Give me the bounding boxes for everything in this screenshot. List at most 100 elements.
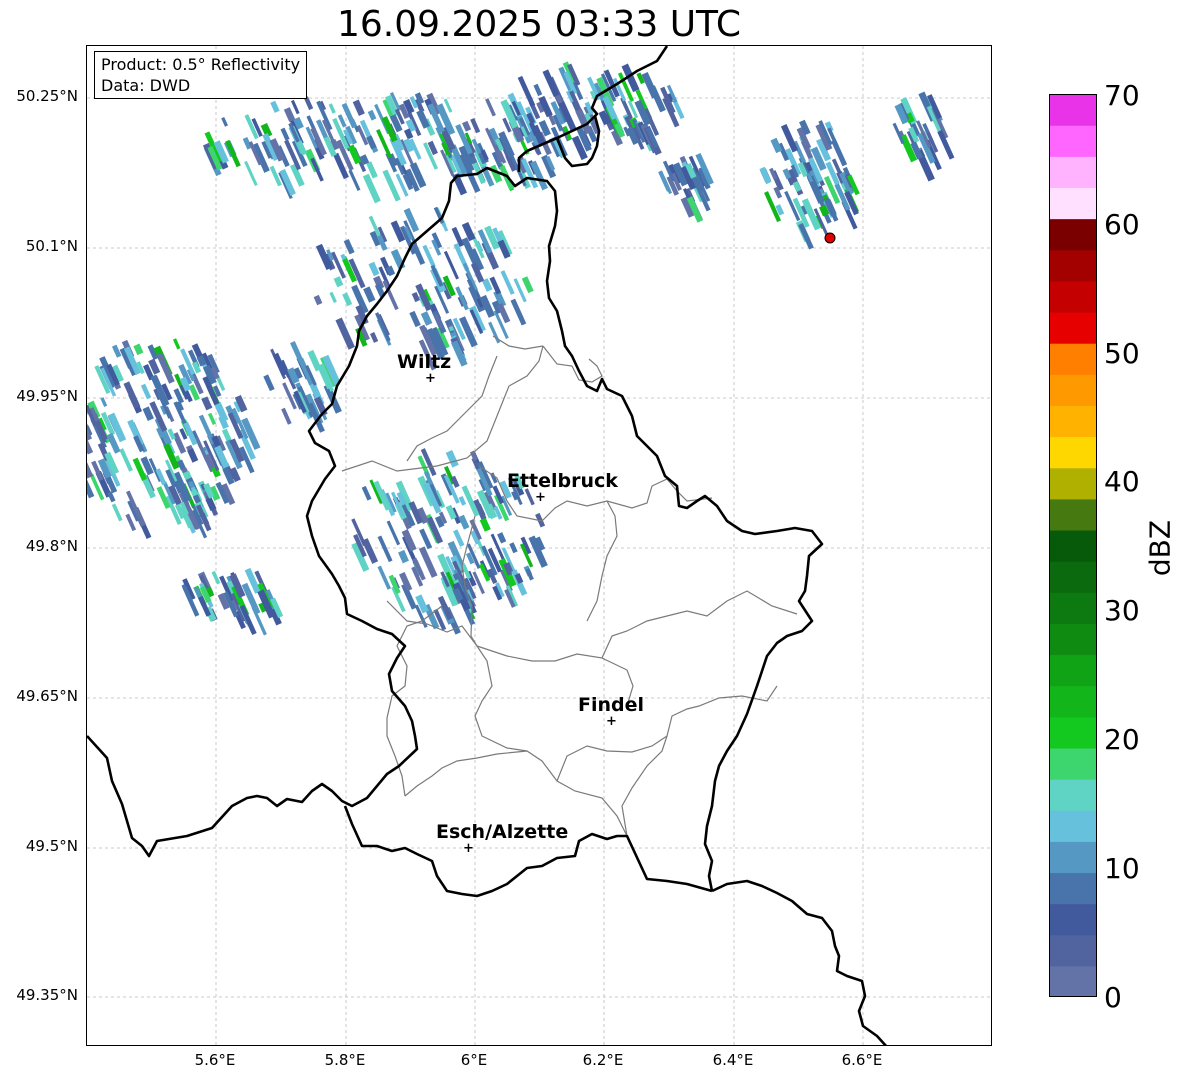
colorbar-segment — [1049, 716, 1097, 749]
colorbar-segment — [1049, 125, 1097, 157]
radar-echo — [780, 124, 799, 153]
radar-echo — [481, 278, 493, 292]
radar-echo — [525, 568, 534, 581]
colorbar-tick-label: 10 — [1104, 852, 1140, 885]
radar-echo — [488, 321, 501, 344]
radar-echo — [280, 127, 290, 141]
radar-echo — [398, 549, 409, 564]
colorbar-segment — [1049, 810, 1097, 842]
radar-echo — [207, 412, 217, 425]
radar-map[interactable] — [86, 45, 992, 1046]
radar-echo — [434, 515, 445, 528]
city-label-findel: Findel — [578, 694, 645, 716]
lon-tick-label: 6.4°E — [712, 1051, 754, 1069]
radar-echo — [489, 276, 502, 295]
radar-echo — [409, 310, 421, 328]
radar-echo — [244, 160, 258, 187]
radar-echo — [343, 238, 355, 255]
radar-echo — [155, 468, 167, 486]
radar-echo — [775, 204, 785, 216]
colorbar-tick-label: 40 — [1104, 465, 1140, 498]
colorbar-tick-label: 0 — [1104, 981, 1122, 1014]
radar-echo — [335, 317, 355, 350]
city-marker-esch-alzette: + — [463, 841, 474, 856]
radar-echo — [370, 332, 379, 343]
colorbar-segment — [1049, 934, 1097, 967]
colorbar-segment — [1049, 592, 1097, 624]
radar-echo — [147, 344, 159, 361]
radar-echo — [125, 513, 137, 532]
radar-echo — [107, 491, 116, 503]
colorbar-segment — [1049, 654, 1097, 687]
radar-echo — [366, 161, 378, 179]
lat-tick-label: 49.35°N — [16, 986, 78, 1004]
radar-echo — [497, 303, 511, 324]
radar-echo — [450, 475, 460, 488]
radar-echo — [479, 517, 491, 532]
radar-echo — [538, 95, 553, 118]
colorbar-segment — [1049, 529, 1097, 562]
radar-echo — [293, 116, 304, 130]
radar-site-marker — [824, 232, 836, 244]
radar-echo — [514, 572, 524, 584]
colorbar-segment — [1049, 841, 1097, 874]
radar-echo — [792, 181, 802, 192]
lon-tick-label: 6°E — [460, 1051, 488, 1069]
radar-echo — [462, 120, 472, 132]
colorbar-tick-label: 70 — [1104, 79, 1140, 112]
radar-echo — [106, 432, 121, 454]
radar-echo — [375, 312, 391, 342]
lon-tick-label: 5.8°E — [324, 1051, 366, 1069]
radar-echo — [342, 292, 353, 307]
radar-echo — [148, 358, 161, 375]
radar-echo — [352, 99, 365, 117]
colorbar-segment — [1049, 187, 1097, 220]
radar-echo — [290, 99, 300, 115]
radar-echo — [211, 435, 221, 448]
city-marker-wiltz: + — [425, 371, 436, 386]
city-label-esch-alzette: Esch/Alzette — [436, 821, 569, 843]
colorbar-segment — [1049, 623, 1097, 656]
radar-echo — [461, 221, 476, 242]
lat-tick-label: 50.1°N — [25, 237, 78, 255]
radar-echo — [418, 546, 438, 578]
radar-echo — [445, 504, 457, 520]
radar-echo — [173, 388, 185, 404]
radar-echo — [453, 529, 465, 547]
colorbar-segment — [1049, 872, 1097, 905]
colorbar-segment — [1049, 436, 1097, 469]
radar-echo — [366, 135, 377, 150]
radar-echo — [411, 243, 426, 266]
radar-echo — [307, 349, 322, 372]
colorbar-segment — [1049, 965, 1097, 997]
radar-echo — [443, 250, 460, 280]
radar-echo — [451, 226, 465, 248]
radar-echo — [337, 114, 347, 128]
colorbar-segment — [1049, 561, 1097, 593]
colorbar-segment — [1049, 218, 1097, 251]
radar-echo — [221, 117, 229, 127]
radar-echo — [329, 291, 337, 303]
lat-tick-label: 49.95°N — [16, 387, 78, 405]
colorbar-tick-label: 60 — [1104, 208, 1140, 241]
radar-echo — [111, 503, 123, 522]
radar-echo — [401, 529, 417, 552]
colorbar-segment — [1049, 374, 1097, 406]
colorbar-segment — [1049, 747, 1097, 780]
radar-echo — [269, 165, 282, 187]
radar-echo — [367, 109, 377, 121]
radar-echo — [172, 338, 181, 350]
radar-echo — [479, 294, 495, 318]
radar-echo — [500, 270, 515, 295]
radar-echo — [87, 438, 94, 455]
radar-echo — [359, 154, 370, 165]
radar-echo — [205, 497, 217, 512]
radar-echo — [211, 570, 221, 585]
radar-echo — [361, 538, 379, 564]
radar-echo — [390, 220, 406, 243]
lat-tick-label: 50.25°N — [16, 87, 78, 105]
colorbar-segment — [1049, 280, 1097, 313]
radar-echo — [445, 449, 459, 468]
lat-tick-label: 49.65°N — [16, 687, 78, 705]
colorbar-tick-label: 50 — [1104, 337, 1140, 370]
